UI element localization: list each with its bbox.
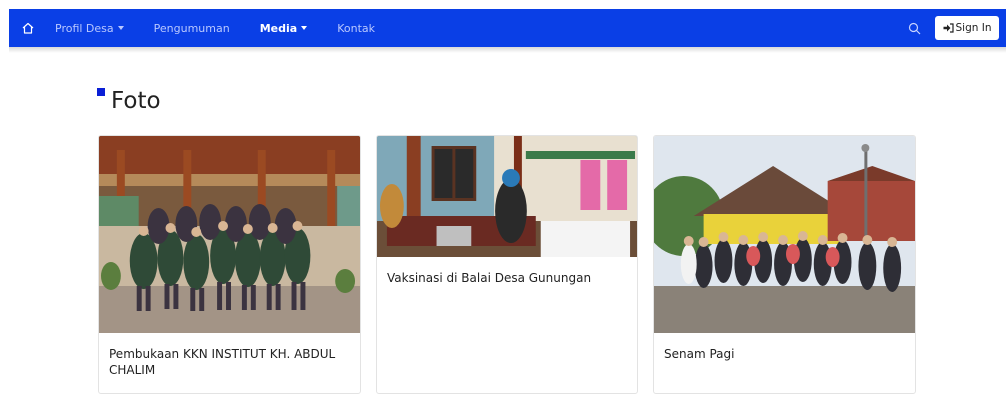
nav-item-media[interactable]: Media xyxy=(259,21,308,35)
card-photo xyxy=(654,136,915,333)
nav-item-label: Kontak xyxy=(337,21,375,35)
nav-item-label: Media xyxy=(259,21,298,35)
nav-right-group: Sign In xyxy=(899,13,1006,43)
search-icon xyxy=(908,22,920,34)
chevron-down-icon xyxy=(117,26,124,30)
page-title: Foto xyxy=(111,88,161,114)
sign-in-label: Sign In xyxy=(955,22,992,34)
nav-item-pengumuman[interactable]: Pengumuman xyxy=(154,22,230,35)
card-title[interactable]: Pembukaan KKN INSTITUT KH. ABDUL CHALIM xyxy=(99,346,360,378)
card-title[interactable]: Senam Pagi xyxy=(654,346,915,362)
home-icon xyxy=(22,22,34,34)
navbar-shadow xyxy=(9,47,1006,53)
sign-in-icon xyxy=(943,23,954,33)
nav-item-label: Profil Desa xyxy=(55,21,114,35)
chevron-down-icon xyxy=(301,26,308,30)
search-button[interactable] xyxy=(899,13,929,43)
title-accent-square xyxy=(97,88,105,96)
card-photo xyxy=(377,136,637,257)
page-heading: Foto xyxy=(97,86,161,116)
nav-item-profil-desa[interactable]: Profil Desa xyxy=(55,22,124,35)
navbar: Profil Desa Pengumuman Media Kontak Sign… xyxy=(9,9,1006,47)
home-link[interactable] xyxy=(9,9,47,47)
photo-card[interactable]: Senam Pagi xyxy=(653,135,916,394)
nav-item-label: Pengumuman xyxy=(153,21,230,35)
sign-in-button[interactable]: Sign In xyxy=(935,16,999,40)
nav-item-kontak[interactable]: Kontak xyxy=(337,22,375,35)
card-photo xyxy=(99,136,360,333)
photo-card[interactable]: Vaksinasi di Balai Desa Gunungan xyxy=(376,135,638,394)
card-title[interactable]: Vaksinasi di Balai Desa Gunungan xyxy=(377,270,637,286)
photo-card[interactable]: Pembukaan KKN INSTITUT KH. ABDUL CHALIM xyxy=(98,135,361,394)
